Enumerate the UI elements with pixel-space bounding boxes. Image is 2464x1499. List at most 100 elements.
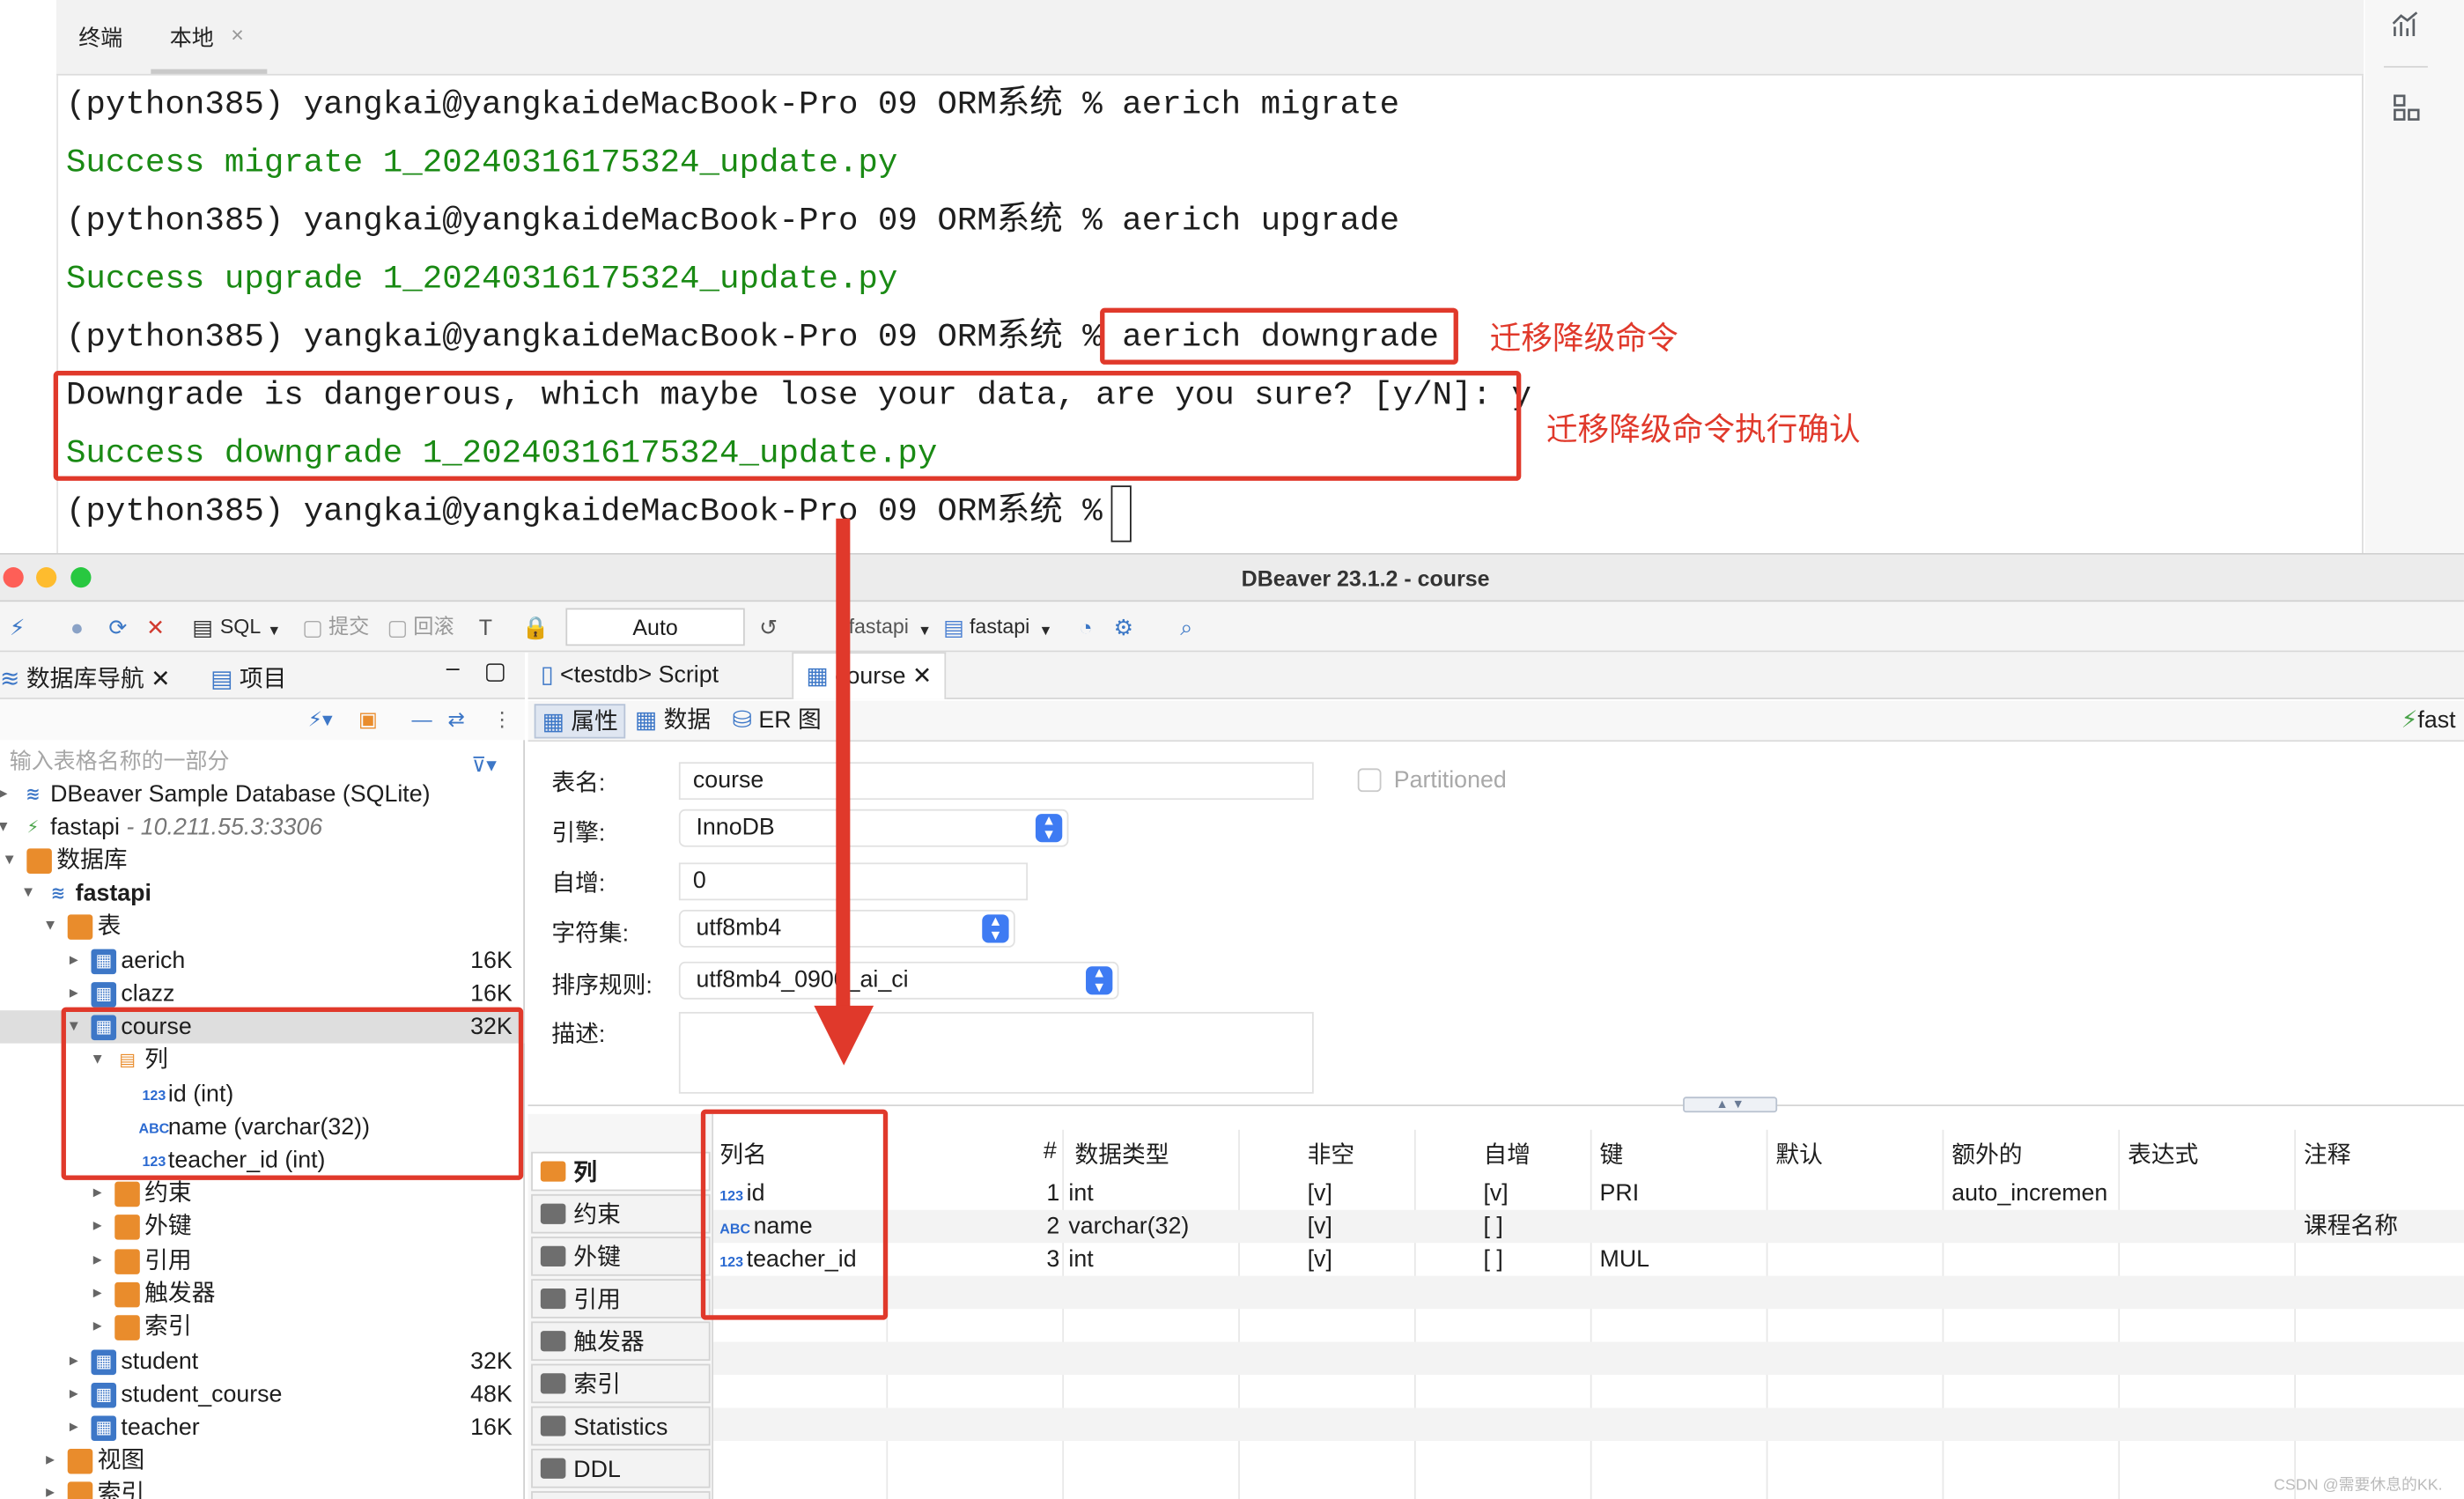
chevron-right-icon[interactable]: ▸: [0, 778, 12, 810]
table-cell[interactable]: int: [1068, 1243, 1093, 1275]
new-folder-icon[interactable]: ▣: [358, 704, 378, 735]
tree-item[interactable]: ▸ 约束: [0, 1177, 525, 1209]
history-icon[interactable]: ↺: [755, 613, 783, 641]
search-icon[interactable]: ⌕: [1172, 613, 1200, 641]
table-row[interactable]: [713, 1375, 2464, 1407]
chevron-right-icon[interactable]: ▸: [64, 944, 83, 977]
table-row[interactable]: [713, 1275, 2464, 1310]
chevron-right-icon[interactable]: ▸: [88, 1244, 107, 1277]
column-header[interactable]: 表达式: [2128, 1138, 2198, 1170]
chevron-right-icon[interactable]: ▸: [64, 978, 83, 1010]
tree-item[interactable]: ▸ ▦ clazz 16K: [0, 978, 525, 1010]
table-cell[interactable]: MUL: [1600, 1243, 1650, 1275]
schema-icon[interactable]: ▤: [940, 613, 968, 641]
table-name-field[interactable]: course: [678, 762, 1314, 801]
chevron-right-icon[interactable]: ▸: [88, 1277, 107, 1310]
tools-icon[interactable]: ⚙: [1110, 613, 1138, 641]
tree-item[interactable]: ▾ ≋ fastapi: [0, 877, 525, 910]
new-connection-icon[interactable]: ⚡▾: [308, 704, 333, 735]
tab-local[interactable]: 本地: [170, 22, 214, 54]
tree-item[interactable]: ▸ 索引: [0, 1311, 525, 1343]
close-icon[interactable]: ×: [231, 22, 244, 48]
sql-button[interactable]: SQL: [220, 611, 261, 643]
column-header[interactable]: 额外的: [1951, 1138, 2022, 1170]
transaction-mode-select[interactable]: Auto: [565, 608, 745, 646]
chevron-right-icon[interactable]: ▸: [88, 1210, 107, 1243]
tab-database-navigator[interactable]: ≋ 数据库导航 ✕: [0, 661, 171, 694]
transaction-mode-icon[interactable]: T: [471, 613, 499, 641]
table-row[interactable]: 123 id 1 int [v] [v] PRI auto_incremen: [713, 1177, 2464, 1209]
table-filter-input[interactable]: 输入表格名称的一部分: [0, 740, 471, 780]
collation-select[interactable]: utf8mb4_0900_ai_ci ▲ ▼: [678, 961, 1119, 1000]
section-item[interactable]: Statistics: [531, 1406, 711, 1446]
tree-item[interactable]: ▸ ▦ teacher 16K: [0, 1411, 525, 1444]
maximize-icon[interactable]: ▢: [484, 657, 506, 685]
table-cell[interactable]: [v]: [1308, 1177, 1332, 1209]
partitioned-checkbox[interactable]: [1357, 768, 1382, 793]
minimize-icon[interactable]: –: [446, 655, 460, 682]
chevron-right-icon[interactable]: ▸: [64, 1411, 83, 1444]
table-cell[interactable]: PRI: [1600, 1177, 1640, 1209]
table-cell[interactable]: 课程名称: [2304, 1210, 2398, 1243]
tree-item[interactable]: ▸ 引用: [0, 1244, 525, 1277]
chart-icon[interactable]: [2386, 10, 2426, 50]
table-cell[interactable]: int: [1068, 1177, 1093, 1209]
table-cell[interactable]: 3: [1046, 1243, 1059, 1275]
tree-item[interactable]: ▸ ▦ student 32K: [0, 1345, 525, 1377]
commit-icon[interactable]: ▢: [299, 613, 327, 641]
tab-er-diagram[interactable]: ⛁ ER 图: [726, 704, 828, 738]
tree-item[interactable]: ▸ ▦ aerich 16K: [0, 944, 525, 977]
sql-editor-icon[interactable]: ▤: [188, 613, 217, 641]
structure-icon[interactable]: [2386, 91, 2426, 131]
column-header[interactable]: 自增: [1483, 1138, 1531, 1170]
table-row[interactable]: [713, 1441, 2464, 1473]
more-icon[interactable]: ⋮: [492, 704, 513, 735]
column-header[interactable]: 键: [1600, 1138, 1624, 1170]
collapse-all-icon[interactable]: —: [412, 704, 432, 735]
tree-item[interactable]: ▸ ≋ DBeaver Sample Database (SQLite): [0, 778, 525, 810]
schema-select[interactable]: fastapi: [970, 611, 1029, 643]
table-cell[interactable]: varchar(32): [1068, 1210, 1189, 1243]
tree-item[interactable]: ▸ 索引: [0, 1477, 525, 1499]
table-cell[interactable]: [ ]: [1483, 1243, 1502, 1275]
close-icon[interactable]: ✕: [912, 663, 932, 690]
column-header[interactable]: 注释: [2304, 1138, 2351, 1170]
chevron-right-icon[interactable]: ▸: [88, 1177, 107, 1209]
section-item[interactable]: 索引: [531, 1363, 711, 1404]
tree-item[interactable]: ▾ ⚡ fastapi - 10.211.55.3:3306: [0, 811, 525, 844]
chevron-down-icon[interactable]: ▾: [41, 910, 59, 942]
chevron-down-icon[interactable]: ▼: [918, 615, 932, 646]
chevron-down-icon[interactable]: ▾: [18, 877, 37, 910]
description-field[interactable]: [678, 1011, 1314, 1094]
section-item[interactable]: 外键: [531, 1237, 711, 1276]
chevron-right-icon[interactable]: ▸: [88, 1311, 107, 1343]
section-item[interactable]: 引用: [531, 1279, 711, 1318]
splitter-grip-icon[interactable]: ▲ ▼: [1683, 1097, 1778, 1113]
new-connection-icon[interactable]: ⚡: [4, 613, 32, 641]
column-header[interactable]: 非空: [1308, 1138, 1355, 1170]
tree-item[interactable]: ▾ 数据库: [0, 844, 525, 876]
filter-icon[interactable]: ⊽▾: [471, 750, 497, 781]
charset-select[interactable]: utf8mb4 ▲ ▼: [678, 909, 1015, 948]
connect-icon[interactable]: ●: [63, 613, 91, 641]
tab-properties[interactable]: ▦ 属性: [534, 704, 626, 739]
chevron-right-icon[interactable]: ▸: [64, 1345, 83, 1377]
chevron-down-icon[interactable]: ▾: [0, 844, 18, 876]
rollback-icon[interactable]: ▢: [383, 613, 411, 641]
tree-item[interactable]: ▸ 视图: [0, 1444, 525, 1477]
section-item[interactable]: 约束: [531, 1193, 711, 1234]
datasource-select[interactable]: fastapi: [849, 611, 909, 643]
table-row[interactable]: [713, 1341, 2464, 1376]
table-cell[interactable]: [ ]: [1483, 1210, 1502, 1243]
engine-select[interactable]: InnoDB ▲ ▼: [678, 809, 1069, 847]
table-cell[interactable]: auto_incremen: [1951, 1177, 2107, 1209]
reconnect-icon[interactable]: ⟳: [104, 613, 132, 641]
table-row[interactable]: [713, 1309, 2464, 1341]
column-header[interactable]: #: [1044, 1138, 1057, 1164]
commit-button[interactable]: 提交: [328, 611, 369, 643]
auto-increment-field[interactable]: 0: [678, 862, 1028, 901]
tab-data[interactable]: ▦ 数据: [629, 704, 718, 738]
disconnect-icon[interactable]: ✕: [142, 613, 170, 641]
section-item[interactable]: 列: [531, 1151, 711, 1192]
table-cell[interactable]: [v]: [1483, 1177, 1508, 1209]
